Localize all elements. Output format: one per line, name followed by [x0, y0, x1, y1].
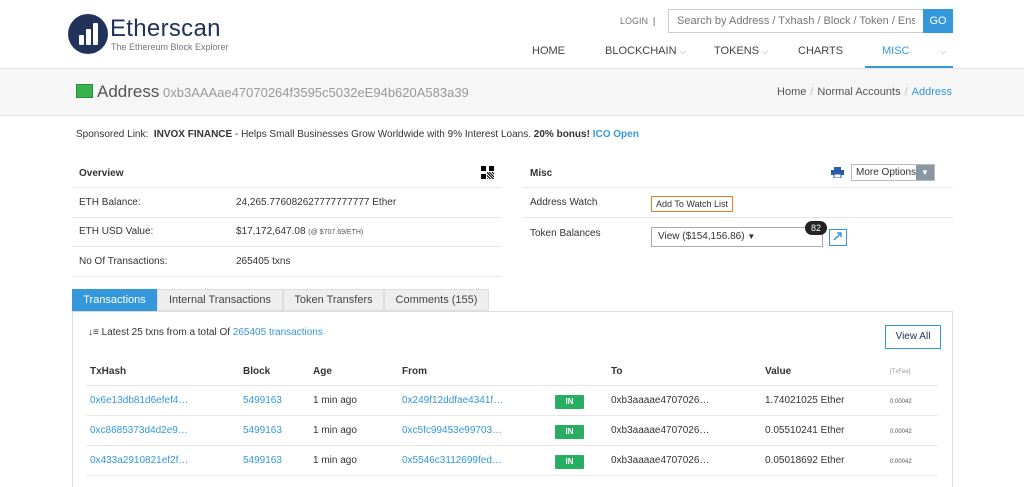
- to-address: 0xb3aaaae4707026…: [611, 455, 710, 466]
- search-input[interactable]: [668, 9, 924, 33]
- address-hash: 0xb3AAAae47070264f3595c5032eE94b620A583a…: [163, 85, 469, 100]
- eth-balance-value: 24,265.776082627777777777 Ether: [236, 197, 397, 208]
- transactions-summary: ↓≡ Latest 25 txns from a total Of 265405…: [88, 327, 323, 338]
- breadcrumb: Home / Normal Accounts / Address: [777, 86, 952, 98]
- token-balances-label: Token Balances: [530, 228, 601, 239]
- col-txhash: TxHash: [90, 366, 127, 377]
- to-address: 0xb3aaaae4707026…: [611, 395, 710, 406]
- more-options-dropdown[interactable]: More Options ▼: [851, 164, 935, 181]
- sponsored-text: - Helps Small Businesses Grow Worldwide …: [232, 129, 534, 140]
- page-title: Address: [97, 82, 160, 101]
- total-transactions-link[interactable]: 265405 transactions: [233, 327, 323, 338]
- tab-internal-transactions[interactable]: Internal Transactions: [157, 289, 283, 311]
- nav-home[interactable]: HOME: [532, 45, 565, 57]
- sponsored-brand[interactable]: INVOX FINANCE: [154, 129, 232, 140]
- sort-icon: ↓≡: [88, 327, 99, 338]
- logo-name[interactable]: Etherscan: [110, 15, 221, 43]
- search-go-button[interactable]: GO: [923, 9, 953, 33]
- overview-title: Overview: [79, 168, 124, 179]
- block-link[interactable]: 5499163: [243, 395, 282, 406]
- tx-age: 1 min ago: [313, 425, 357, 436]
- nav-tokens[interactable]: TOKENS ⌵: [714, 45, 768, 57]
- tx-fee: 0.00042: [890, 429, 912, 435]
- breadcrumb-address[interactable]: Address: [912, 86, 952, 98]
- tx-hash-link[interactable]: 0x6e13db81d6efef4…: [90, 395, 188, 406]
- nav-misc[interactable]: MISC ⌵: [882, 45, 947, 57]
- from-address-link[interactable]: 0x5546c3112699fed…: [402, 455, 502, 466]
- print-icon[interactable]: [831, 167, 844, 178]
- tx-hash-link[interactable]: 0x433a2910821ef2f…: [90, 455, 188, 466]
- to-address: 0xb3aaaae4707026…: [611, 425, 710, 436]
- view-all-button[interactable]: View All: [885, 325, 941, 349]
- chevron-down-icon: ⌵: [679, 47, 686, 56]
- tab-transactions[interactable]: Transactions: [72, 289, 157, 311]
- from-address-link[interactable]: 0xc5fc99453e99703…: [402, 425, 502, 436]
- tx-fee: 0.00042: [890, 399, 912, 405]
- eth-price-note: (@ $707.69/ETH): [308, 229, 364, 236]
- eth-usd-value: $17,172,647.08 (@ $707.69/ETH): [236, 226, 364, 237]
- breadcrumb-home[interactable]: Home: [777, 86, 806, 98]
- tab-token-transfers[interactable]: Token Transfers: [283, 289, 384, 311]
- sponsored-label: Sponsored Link:: [76, 129, 149, 140]
- direction-badge: IN: [555, 395, 584, 409]
- col-from: From: [402, 366, 427, 377]
- from-address-link[interactable]: 0x249f12ddfae4341f…: [402, 395, 503, 406]
- col-block: Block: [243, 366, 271, 377]
- chevron-down-icon: ▼: [916, 165, 934, 180]
- eth-balance-label: ETH Balance:: [79, 197, 141, 208]
- login-link[interactable]: LOGIN ❙: [620, 16, 658, 27]
- col-age: Age: [313, 366, 332, 377]
- tx-value: 0.05510241 Ether: [765, 425, 845, 436]
- sponsored-bonus: 20% bonus!: [533, 129, 590, 140]
- misc-title: Misc: [530, 168, 553, 179]
- nav-charts[interactable]: CHARTS: [798, 45, 843, 57]
- sponsored-ico-link[interactable]: ICO Open: [593, 129, 639, 140]
- chevron-down-icon: ⌵: [762, 47, 769, 56]
- tx-age: 1 min ago: [313, 395, 357, 406]
- address-watch-label: Address Watch: [530, 197, 598, 208]
- col-value: Value: [765, 366, 792, 377]
- col-to: To: [611, 366, 623, 377]
- login-icon: ❙: [650, 16, 659, 26]
- breadcrumb-normal-accounts[interactable]: Normal Accounts: [817, 86, 900, 98]
- tx-age: 1 min ago: [313, 455, 357, 466]
- tx-count-label: No Of Transactions:: [79, 256, 168, 267]
- tx-hash-link[interactable]: 0xc8685373d4d2e9…: [90, 425, 188, 436]
- logo-tagline: The Ethereum Block Explorer: [111, 42, 229, 52]
- tx-value: 0.05018692 Ether: [765, 455, 845, 466]
- tx-value: 1.74021025 Ether: [765, 395, 845, 406]
- qr-code-icon[interactable]: [481, 166, 494, 179]
- etherscan-logo-icon[interactable]: [68, 14, 108, 54]
- direction-badge: IN: [555, 455, 584, 469]
- nav-blockchain[interactable]: BLOCKCHAIN ⌵: [605, 45, 686, 57]
- sponsored-link: Sponsored Link: INVOX FINANCE - Helps Sm…: [76, 129, 639, 140]
- token-count-badge: 82: [805, 221, 827, 235]
- caret-down-icon: ▼: [747, 232, 756, 241]
- tx-count-value: 265405 txns: [236, 256, 291, 267]
- tx-fee: 0.00042: [890, 459, 912, 465]
- block-link[interactable]: 5499163: [243, 455, 282, 466]
- direction-badge: IN: [555, 425, 584, 439]
- eth-usd-label: ETH USD Value:: [79, 226, 154, 237]
- address-icon: [76, 84, 93, 98]
- block-link[interactable]: 5499163: [243, 425, 282, 436]
- tab-comments[interactable]: Comments (155): [384, 289, 489, 311]
- token-balances-dropdown[interactable]: View ($154,156.86) ▼: [651, 227, 823, 247]
- col-txfee: [TxFee]: [890, 369, 911, 375]
- chevron-down-icon: ⌵: [940, 47, 947, 56]
- add-to-watch-list-button[interactable]: Add To Watch List: [651, 196, 734, 212]
- expand-icon[interactable]: [829, 229, 847, 246]
